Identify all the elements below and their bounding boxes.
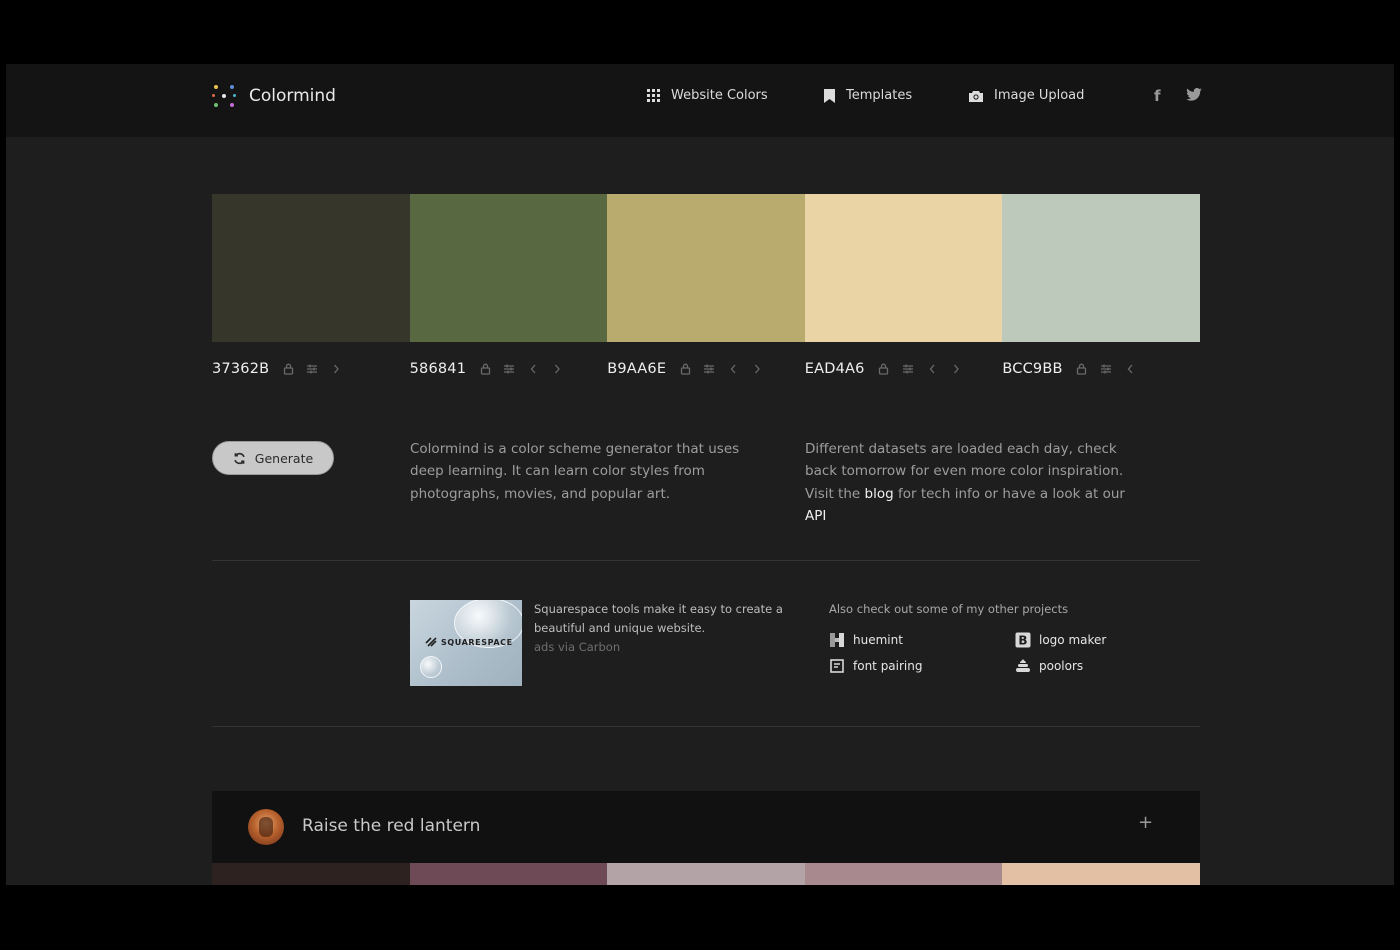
top-navbar: Colormind Website Colors Templates Image… [6,64,1394,137]
grid-icon [647,89,660,102]
featured-swatch [607,863,805,885]
featured-palette-title: Raise the red lantern [302,816,481,836]
adjust-icon[interactable] [902,363,914,375]
divider [212,726,1200,727]
chevron-left-icon[interactable] [727,363,739,375]
logo-maker-icon: B [1015,632,1031,648]
color-swatch[interactable] [212,194,410,342]
project-label: huemint [853,633,903,647]
description-right-text-2: for tech info or have a look at our [897,485,1125,502]
nav-image-upload[interactable]: Image Upload [969,88,1084,103]
brand-logo[interactable]: Colormind [212,84,336,108]
projects-title: Also check out some of my other projects [829,602,1069,616]
generate-button[interactable]: Generate [212,441,334,475]
ad-via-label[interactable]: ads via Carbon [534,638,784,657]
blog-link[interactable]: blog [865,486,894,502]
palette-controls: 37362B 586841 B9AA6E EAD4A6 BCC9BB [212,358,1200,380]
nav-website-colors[interactable]: Website Colors [647,88,768,103]
lock-icon[interactable] [679,363,691,375]
hex-code[interactable]: B9AA6E [607,361,666,377]
featured-palette-card[interactable]: Raise the red lantern + [212,791,1200,863]
lock-icon[interactable] [282,363,294,375]
color-swatch[interactable] [1002,194,1200,342]
chevron-right-icon[interactable] [950,363,962,375]
nav-image-upload-label: Image Upload [994,88,1085,103]
chevron-left-icon[interactable] [1124,363,1136,375]
description-left: Colormind is a color scheme generator th… [410,441,740,502]
divider [212,560,1200,561]
bookmark-icon [824,88,835,103]
lock-icon[interactable] [1076,363,1088,375]
chevron-right-icon[interactable] [751,363,763,375]
swatch-controls: EAD4A6 [805,358,1003,380]
adjust-icon[interactable] [703,363,715,375]
swatch-controls: B9AA6E [607,358,805,380]
camera-icon [969,90,983,102]
swatch-controls: 37362B [212,358,410,380]
avatar [248,809,284,845]
chevron-left-icon[interactable] [527,363,539,375]
project-font-pairing[interactable]: font pairing [829,658,923,674]
huemint-icon [829,632,845,648]
swatch-controls: 586841 [410,358,608,380]
svg-text:B: B [1018,634,1027,648]
ad-text-block[interactable]: Squarespace tools make it easy to create… [534,600,784,657]
font-pairing-icon [829,658,845,674]
generate-label: Generate [254,450,314,466]
squarespace-logo: SQUARESPACE [424,637,513,647]
featured-palette-strip[interactable] [212,863,1200,885]
featured-swatch [804,863,1003,885]
project-huemint[interactable]: huemint [829,632,903,648]
hex-code[interactable]: EAD4A6 [805,361,865,377]
lock-icon[interactable] [479,363,491,375]
project-poolors[interactable]: poolors [1015,658,1083,674]
featured-swatch [1002,863,1200,885]
facebook-icon[interactable]: f [1154,87,1161,105]
refresh-icon [234,452,245,464]
ad-copy: Squarespace tools make it easy to create… [534,602,783,635]
hex-code[interactable]: 586841 [410,361,467,377]
chevron-right-icon[interactable] [330,363,342,375]
lock-icon[interactable] [878,363,890,375]
expand-plus-icon[interactable]: + [1138,812,1153,833]
hex-code[interactable]: BCC9BB [1002,361,1062,377]
description-right: Different datasets are loaded each day, … [805,438,1150,527]
poolors-icon [1015,658,1031,674]
adjust-icon[interactable] [1100,363,1112,375]
project-logo-maker[interactable]: B logo maker [1015,632,1106,648]
color-palette [212,194,1200,342]
hex-code[interactable]: 37362B [212,361,269,377]
project-label: poolors [1039,659,1084,673]
api-link[interactable]: API [805,508,826,524]
nav-website-colors-label: Website Colors [671,88,768,103]
adjust-icon[interactable] [306,363,318,375]
ad-bubble-decoration [420,656,442,678]
brand-name: Colormind [249,86,336,106]
swatch-controls: BCC9BB [1002,358,1200,380]
project-label: font pairing [853,659,923,673]
twitter-icon[interactable] [1186,87,1202,105]
chevron-left-icon[interactable] [926,363,938,375]
adjust-icon[interactable] [503,363,515,375]
color-swatch[interactable] [804,194,1003,342]
chevron-right-icon[interactable] [551,363,563,375]
colormind-logo-icon [212,84,236,108]
ad-image[interactable]: SQUARESPACE [410,600,522,686]
featured-swatch [409,863,608,885]
color-swatch[interactable] [607,194,805,342]
project-label: logo maker [1039,633,1107,647]
ad-brand-text: SQUARESPACE [441,637,513,647]
nav-templates[interactable]: Templates [824,88,912,103]
color-swatch[interactable] [409,194,608,342]
nav-templates-label: Templates [846,88,913,103]
featured-swatch [212,863,410,885]
app-window: Colormind Website Colors Templates Image… [6,64,1394,885]
